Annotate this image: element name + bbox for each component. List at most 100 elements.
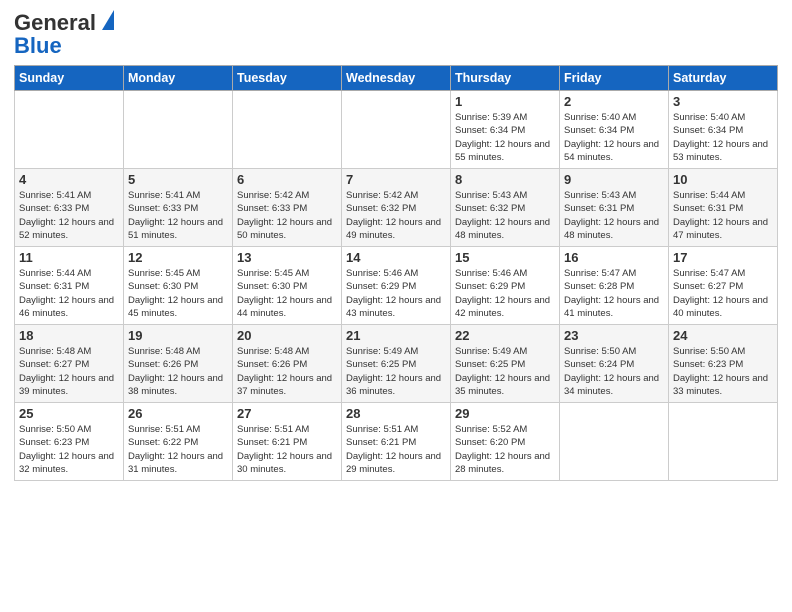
day-info: Sunrise: 5:39 AMSunset: 6:34 PMDaylight:…	[455, 111, 555, 164]
day-number: 6	[237, 172, 337, 187]
day-info: Sunrise: 5:41 AMSunset: 6:33 PMDaylight:…	[19, 189, 119, 242]
day-info: Sunrise: 5:48 AMSunset: 6:26 PMDaylight:…	[128, 345, 228, 398]
calendar-cell: 2 Sunrise: 5:40 AMSunset: 6:34 PMDaylight…	[560, 91, 669, 169]
day-info: Sunrise: 5:45 AMSunset: 6:30 PMDaylight:…	[237, 267, 337, 320]
calendar-cell: 16 Sunrise: 5:47 AMSunset: 6:28 PMDayligh…	[560, 247, 669, 325]
day-number: 16	[564, 250, 664, 265]
calendar-cell: 29Sunrise: 5:52 AMSunset: 6:20 PMDayligh…	[451, 403, 560, 481]
week-row-3: 18 Sunrise: 5:48 AMSunset: 6:27 PMDayligh…	[15, 325, 778, 403]
calendar-cell: 14 Sunrise: 5:46 AMSunset: 6:29 PMDayligh…	[342, 247, 451, 325]
calendar-cell	[233, 91, 342, 169]
calendar-cell	[669, 403, 778, 481]
day-number: 12	[128, 250, 228, 265]
week-row-1: 4Sunrise: 5:41 AMSunset: 6:33 PMDaylight…	[15, 169, 778, 247]
day-info: Sunrise: 5:46 AMSunset: 6:29 PMDaylight:…	[455, 267, 555, 320]
calendar-cell: 7 Sunrise: 5:42 AMSunset: 6:32 PMDaylight…	[342, 169, 451, 247]
calendar-cell	[560, 403, 669, 481]
calendar-cell: 4Sunrise: 5:41 AMSunset: 6:33 PMDaylight…	[15, 169, 124, 247]
day-info: Sunrise: 5:44 AMSunset: 6:31 PMDaylight:…	[19, 267, 119, 320]
day-number: 26	[128, 406, 228, 421]
day-number: 8	[455, 172, 555, 187]
day-number: 10	[673, 172, 773, 187]
calendar-cell: 25 Sunrise: 5:50 AMSunset: 6:23 PMDayligh…	[15, 403, 124, 481]
day-number: 27	[237, 406, 337, 421]
calendar-cell	[124, 91, 233, 169]
page: General Blue SundayMondayTuesdayWednesda…	[0, 0, 792, 612]
calendar-cell: 3 Sunrise: 5:40 AMSunset: 6:34 PMDaylight…	[669, 91, 778, 169]
day-number: 17	[673, 250, 773, 265]
day-header-saturday: Saturday	[669, 66, 778, 91]
calendar-cell: 17 Sunrise: 5:47 AMSunset: 6:27 PMDayligh…	[669, 247, 778, 325]
calendar-cell: 26 Sunrise: 5:51 AMSunset: 6:22 PMDayligh…	[124, 403, 233, 481]
day-header-tuesday: Tuesday	[233, 66, 342, 91]
day-number: 28	[346, 406, 446, 421]
logo-text: General	[14, 10, 114, 35]
day-number: 24	[673, 328, 773, 343]
day-header-thursday: Thursday	[451, 66, 560, 91]
calendar-cell: 5 Sunrise: 5:41 AMSunset: 6:33 PMDaylight…	[124, 169, 233, 247]
day-number: 7	[346, 172, 446, 187]
day-number: 14	[346, 250, 446, 265]
day-info: Sunrise: 5:51 AMSunset: 6:21 PMDaylight:…	[346, 423, 446, 476]
day-info: Sunrise: 5:50 AMSunset: 6:23 PMDaylight:…	[19, 423, 119, 476]
day-number: 18	[19, 328, 119, 343]
week-row-2: 11Sunrise: 5:44 AMSunset: 6:31 PMDayligh…	[15, 247, 778, 325]
day-info: Sunrise: 5:43 AMSunset: 6:32 PMDaylight:…	[455, 189, 555, 242]
calendar-cell	[15, 91, 124, 169]
day-number: 25	[19, 406, 119, 421]
day-number: 15	[455, 250, 555, 265]
day-number: 5	[128, 172, 228, 187]
calendar-cell	[342, 91, 451, 169]
day-info: Sunrise: 5:41 AMSunset: 6:33 PMDaylight:…	[128, 189, 228, 242]
calendar-cell: 18 Sunrise: 5:48 AMSunset: 6:27 PMDayligh…	[15, 325, 124, 403]
day-info: Sunrise: 5:45 AMSunset: 6:30 PMDaylight:…	[128, 267, 228, 320]
calendar-cell: 22 Sunrise: 5:49 AMSunset: 6:25 PMDayligh…	[451, 325, 560, 403]
day-info: Sunrise: 5:46 AMSunset: 6:29 PMDaylight:…	[346, 267, 446, 320]
day-number: 21	[346, 328, 446, 343]
day-info: Sunrise: 5:51 AMSunset: 6:22 PMDaylight:…	[128, 423, 228, 476]
day-info: Sunrise: 5:50 AMSunset: 6:23 PMDaylight:…	[673, 345, 773, 398]
day-info: Sunrise: 5:47 AMSunset: 6:27 PMDaylight:…	[673, 267, 773, 320]
logo-triangle-icon	[102, 10, 114, 30]
day-info: Sunrise: 5:42 AMSunset: 6:32 PMDaylight:…	[346, 189, 446, 242]
calendar-cell: 10Sunrise: 5:44 AMSunset: 6:31 PMDayligh…	[669, 169, 778, 247]
day-number: 20	[237, 328, 337, 343]
day-number: 9	[564, 172, 664, 187]
day-number: 22	[455, 328, 555, 343]
day-info: Sunrise: 5:49 AMSunset: 6:25 PMDaylight:…	[346, 345, 446, 398]
day-info: Sunrise: 5:50 AMSunset: 6:24 PMDaylight:…	[564, 345, 664, 398]
day-number: 2	[564, 94, 664, 109]
day-info: Sunrise: 5:40 AMSunset: 6:34 PMDaylight:…	[564, 111, 664, 164]
day-number: 1	[455, 94, 555, 109]
logo-blue: Blue	[14, 33, 62, 59]
day-info: Sunrise: 5:47 AMSunset: 6:28 PMDaylight:…	[564, 267, 664, 320]
day-header-wednesday: Wednesday	[342, 66, 451, 91]
day-header-friday: Friday	[560, 66, 669, 91]
day-info: Sunrise: 5:48 AMSunset: 6:26 PMDaylight:…	[237, 345, 337, 398]
day-info: Sunrise: 5:40 AMSunset: 6:34 PMDaylight:…	[673, 111, 773, 164]
calendar-cell: 1 Sunrise: 5:39 AMSunset: 6:34 PMDaylight…	[451, 91, 560, 169]
day-info: Sunrise: 5:51 AMSunset: 6:21 PMDaylight:…	[237, 423, 337, 476]
calendar-table: SundayMondayTuesdayWednesdayThursdayFrid…	[14, 65, 778, 481]
day-info: Sunrise: 5:48 AMSunset: 6:27 PMDaylight:…	[19, 345, 119, 398]
week-row-0: 1 Sunrise: 5:39 AMSunset: 6:34 PMDaylight…	[15, 91, 778, 169]
calendar-cell: 15 Sunrise: 5:46 AMSunset: 6:29 PMDayligh…	[451, 247, 560, 325]
calendar-cell: 23Sunrise: 5:50 AMSunset: 6:24 PMDayligh…	[560, 325, 669, 403]
calendar-cell: 12 Sunrise: 5:45 AMSunset: 6:30 PMDayligh…	[124, 247, 233, 325]
calendar-cell: 6 Sunrise: 5:42 AMSunset: 6:33 PMDaylight…	[233, 169, 342, 247]
logo-general: General	[14, 10, 96, 35]
day-info: Sunrise: 5:49 AMSunset: 6:25 PMDaylight:…	[455, 345, 555, 398]
calendar-cell: 20 Sunrise: 5:48 AMSunset: 6:26 PMDayligh…	[233, 325, 342, 403]
week-row-4: 25 Sunrise: 5:50 AMSunset: 6:23 PMDayligh…	[15, 403, 778, 481]
day-number: 13	[237, 250, 337, 265]
calendar-header-row: SundayMondayTuesdayWednesdayThursdayFrid…	[15, 66, 778, 91]
calendar-cell: 8 Sunrise: 5:43 AMSunset: 6:32 PMDaylight…	[451, 169, 560, 247]
calendar-cell: 21 Sunrise: 5:49 AMSunset: 6:25 PMDayligh…	[342, 325, 451, 403]
calendar-cell: 11Sunrise: 5:44 AMSunset: 6:31 PMDayligh…	[15, 247, 124, 325]
day-number: 3	[673, 94, 773, 109]
day-info: Sunrise: 5:42 AMSunset: 6:33 PMDaylight:…	[237, 189, 337, 242]
header-row: General Blue	[14, 10, 778, 59]
calendar-cell: 9Sunrise: 5:43 AMSunset: 6:31 PMDaylight…	[560, 169, 669, 247]
calendar-cell: 24 Sunrise: 5:50 AMSunset: 6:23 PMDayligh…	[669, 325, 778, 403]
calendar-cell: 13 Sunrise: 5:45 AMSunset: 6:30 PMDayligh…	[233, 247, 342, 325]
